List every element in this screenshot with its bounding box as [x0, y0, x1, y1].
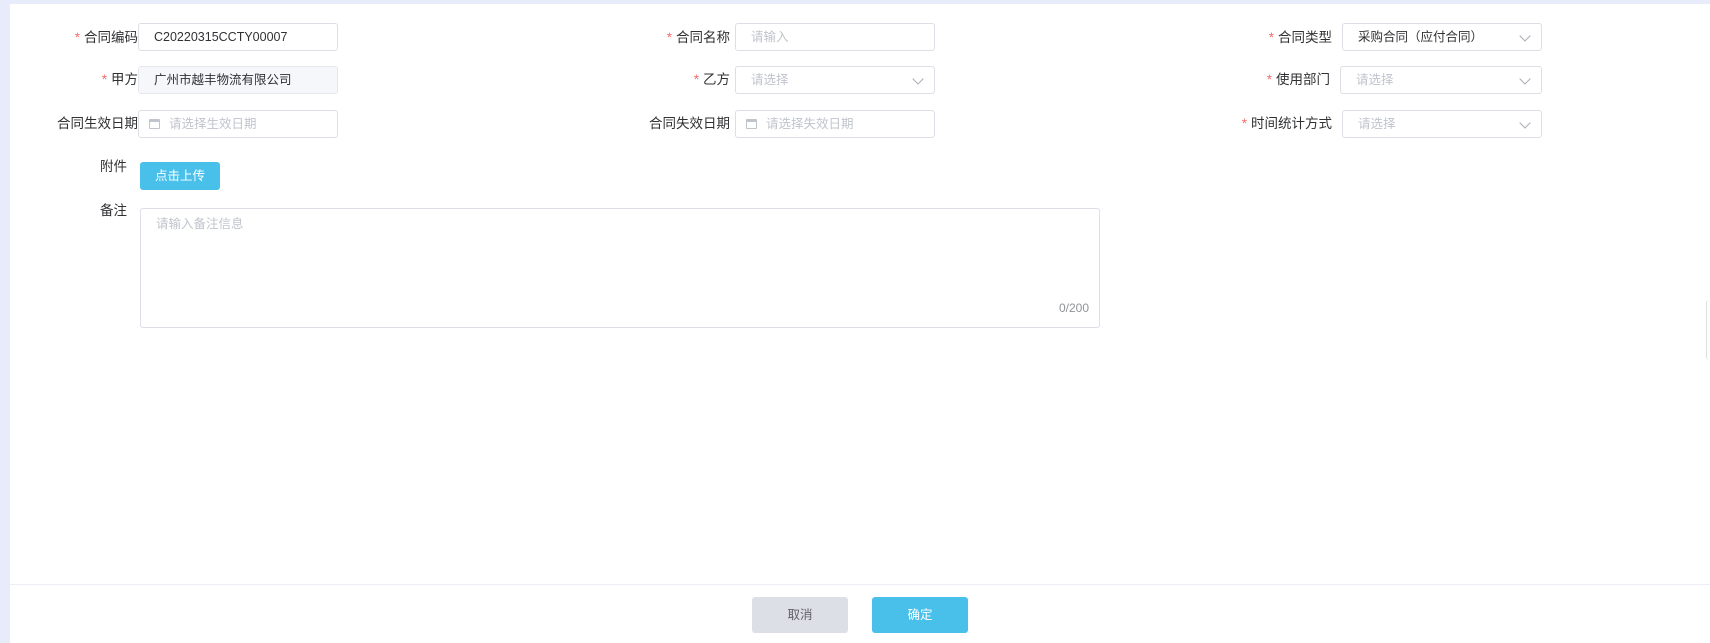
time-stat-method-select[interactable]: 请选择	[1342, 110, 1542, 138]
expiry-date-placeholder: 请选择失效日期	[766, 117, 854, 131]
party-a-label: * 甲方	[101, 72, 138, 87]
calendar-icon	[149, 119, 160, 129]
contract-type-value: 采购合同（应付合同）	[1358, 30, 1484, 44]
effective-date-label: 合同生效日期	[57, 116, 138, 131]
time-stat-method-placeholder: 请选择	[1358, 117, 1396, 131]
party-b-label: * 乙方	[693, 72, 730, 87]
remark-label: 备注	[100, 203, 127, 218]
expiry-date-label: 合同失效日期	[649, 116, 730, 131]
party-a-value: 广州市越丰物流有限公司	[154, 73, 292, 87]
required-mark: *	[1268, 30, 1274, 45]
required-mark: *	[74, 30, 80, 45]
contract-type-select[interactable]: 采购合同（应付合同）	[1342, 23, 1542, 51]
contract-name-input[interactable]: 请输入	[735, 23, 935, 51]
contract-code-value: C20220315CCTY00007	[154, 30, 288, 44]
upload-button[interactable]: 点击上传	[140, 162, 220, 190]
chevron-down-icon	[1519, 30, 1531, 42]
contract-name-label: * 合同名称	[666, 30, 730, 45]
remark-char-counter: 0/200	[1058, 301, 1089, 315]
remark-placeholder: 请输入备注信息	[156, 217, 244, 231]
department-placeholder: 请选择	[1356, 73, 1394, 87]
required-mark: *	[1241, 116, 1247, 131]
department-label: * 使用部门	[1266, 72, 1330, 87]
expiry-date-picker[interactable]: 请选择失效日期	[735, 110, 935, 138]
chevron-down-icon	[912, 73, 924, 85]
chevron-down-icon	[1519, 73, 1531, 85]
party-a-input: 广州市越丰物流有限公司	[138, 66, 338, 94]
effective-date-placeholder: 请选择生效日期	[169, 117, 257, 131]
cancel-button[interactable]: 取消	[752, 597, 848, 633]
department-select[interactable]: 请选择	[1340, 66, 1542, 94]
contract-type-label: * 合同类型	[1268, 30, 1332, 45]
dialog-footer: 取消 确定	[10, 584, 1710, 643]
chevron-down-icon	[1519, 117, 1531, 129]
effective-date-picker[interactable]: 请选择生效日期	[138, 110, 338, 138]
required-mark: *	[1266, 72, 1272, 87]
required-mark: *	[666, 30, 672, 45]
remark-textarea[interactable]: 请输入备注信息 0/200	[140, 208, 1100, 328]
time-stat-method-label: * 时间统计方式	[1241, 116, 1332, 131]
contract-code-label: * 合同编码	[74, 30, 138, 45]
contract-code-input[interactable]: C20220315CCTY00007	[138, 23, 338, 51]
required-mark: *	[101, 72, 107, 87]
required-mark: *	[693, 72, 699, 87]
scroll-edge-handle	[1706, 300, 1710, 360]
attachment-label: 附件	[100, 159, 127, 174]
party-b-placeholder: 请选择	[751, 73, 789, 87]
confirm-button[interactable]: 确定	[872, 597, 968, 633]
calendar-icon	[746, 119, 757, 129]
contract-name-placeholder: 请输入	[751, 30, 789, 44]
party-b-select[interactable]: 请选择	[735, 66, 935, 94]
